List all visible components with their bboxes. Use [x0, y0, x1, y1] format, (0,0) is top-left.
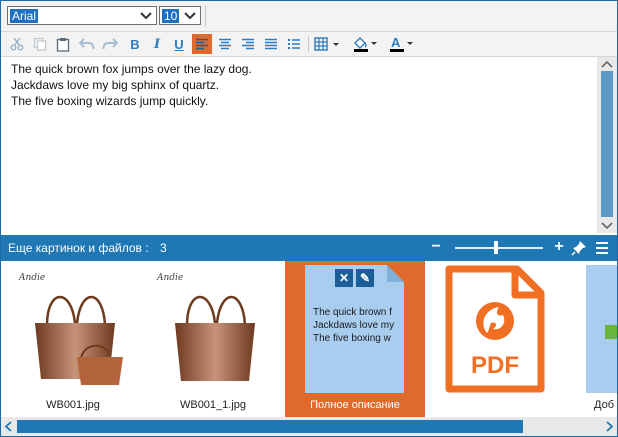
- align-center-icon: [219, 38, 231, 50]
- editor-line: The five boxing wizards jump quickly.: [11, 94, 209, 108]
- attachments-header: Еще картинок и файлов : 3 − +: [1, 235, 617, 261]
- brand-mark: Andie: [157, 273, 184, 283]
- attachments-title: Еще картинок и файлов :: [8, 241, 149, 255]
- justify-icon: [265, 38, 277, 50]
- redo-button[interactable]: [100, 34, 120, 54]
- undo-icon: [79, 38, 95, 50]
- handbag-image: [35, 295, 123, 385]
- cut-button[interactable]: [7, 34, 27, 54]
- attachment-caption: Полное описание: [310, 399, 400, 411]
- align-left-icon: [196, 38, 208, 50]
- divider: [205, 5, 206, 27]
- zoom-slider-handle[interactable]: [494, 241, 498, 254]
- chevron-down-icon[interactable]: [600, 220, 614, 232]
- chevron-down-icon: [184, 12, 196, 20]
- fill-color-button[interactable]: [351, 34, 381, 54]
- zoom-out-button[interactable]: −: [429, 239, 443, 255]
- align-left-button[interactable]: [192, 34, 212, 54]
- attachment-tile-partial[interactable]: [586, 265, 617, 393]
- chevron-left-icon[interactable]: [3, 420, 15, 433]
- zoom-in-button[interactable]: +: [552, 239, 566, 255]
- handbag-image: [175, 295, 255, 381]
- font-color-glyph: A: [391, 35, 401, 50]
- align-right-icon: [242, 38, 254, 50]
- font-bar: Arial 10: [1, 1, 617, 32]
- underline-button[interactable]: U: [169, 34, 189, 54]
- editor-area[interactable]: The quick brown fox jumps over the lazy …: [1, 57, 597, 233]
- paint-bucket-icon: [354, 37, 377, 52]
- partial-image: [605, 325, 617, 339]
- chevron-down-icon: [140, 12, 152, 20]
- font-family-value: Arial: [10, 9, 39, 23]
- attachments-count: 3: [160, 241, 167, 255]
- remove-attachment-button[interactable]: ✕: [335, 269, 353, 287]
- editor-line: The quick brown fox jumps over the lazy …: [11, 62, 252, 76]
- font-color-icon: A: [390, 35, 413, 52]
- format-toolbar: B I U A: [1, 32, 617, 57]
- attachment-tile-selected[interactable]: ✕ ✎ The quick brown f Jackdaws love my T…: [285, 261, 425, 417]
- copy-icon: [33, 37, 47, 51]
- edit-attachment-button[interactable]: ✎: [356, 269, 374, 287]
- scrollbar-thumb[interactable]: [17, 420, 523, 433]
- bullet-list-button[interactable]: [284, 34, 304, 54]
- brand-mark: Andie: [19, 273, 46, 283]
- table-icon: [314, 37, 339, 51]
- attachment-caption: WB001.jpg: [46, 399, 100, 411]
- preview-line: The five boxing w: [313, 333, 391, 344]
- chevron-right-icon[interactable]: [603, 420, 615, 433]
- attachments-strip: Andie WB001.jpg Andie WB001_1.jpg ✕ ✎ Th…: [1, 261, 617, 417]
- attachment-tile[interactable]: Andie WB001_1.jpg: [143, 261, 283, 417]
- scrollbar-thumb[interactable]: [601, 71, 613, 217]
- font-size-select[interactable]: 10: [159, 6, 201, 25]
- undo-button[interactable]: [77, 34, 97, 54]
- pin-icon[interactable]: [571, 240, 587, 256]
- cut-icon: [10, 37, 24, 51]
- document-preview: ✕ ✎ The quick brown f Jackdaws love my T…: [305, 265, 404, 393]
- bullet-list-icon: [288, 39, 300, 49]
- font-family-select[interactable]: Arial: [7, 6, 157, 25]
- italic-button[interactable]: I: [147, 34, 167, 54]
- align-right-button[interactable]: [238, 34, 258, 54]
- pdf-file-icon: PDF: [445, 265, 545, 393]
- bold-button[interactable]: B: [125, 34, 145, 54]
- paste-icon: [56, 37, 70, 52]
- chevron-up-icon[interactable]: [600, 58, 614, 70]
- align-center-button[interactable]: [215, 34, 235, 54]
- table-button[interactable]: [313, 34, 343, 54]
- preview-line: Jackdaws love my: [313, 320, 395, 331]
- attachment-tile[interactable]: Andie WB001.jpg: [3, 261, 143, 417]
- rich-text-editor: Arial 10 B I U A The quick brown fox jum…: [0, 0, 618, 437]
- font-color-button[interactable]: A: [387, 34, 417, 54]
- preview-line: The quick brown f: [313, 307, 392, 318]
- attachment-caption: WB001_1.jpg: [179, 399, 247, 411]
- editor-vertical-scrollbar[interactable]: [597, 57, 617, 233]
- attachments-horizontal-scrollbar[interactable]: [1, 417, 617, 436]
- menu-icon[interactable]: [595, 241, 609, 255]
- zoom-slider[interactable]: [455, 247, 543, 249]
- editor-line: Jackdaws love my big sphinx of quartz.: [11, 78, 220, 92]
- redo-icon: [102, 38, 118, 50]
- pdf-label: PDF: [471, 352, 519, 379]
- divider: [308, 36, 309, 52]
- font-size-value: 10: [162, 9, 180, 23]
- justify-button[interactable]: [261, 34, 281, 54]
- attachment-tile[interactable]: PDF: [427, 261, 567, 417]
- paste-button[interactable]: [53, 34, 73, 54]
- attachment-caption: Доб: [594, 399, 614, 411]
- copy-button[interactable]: [30, 34, 50, 54]
